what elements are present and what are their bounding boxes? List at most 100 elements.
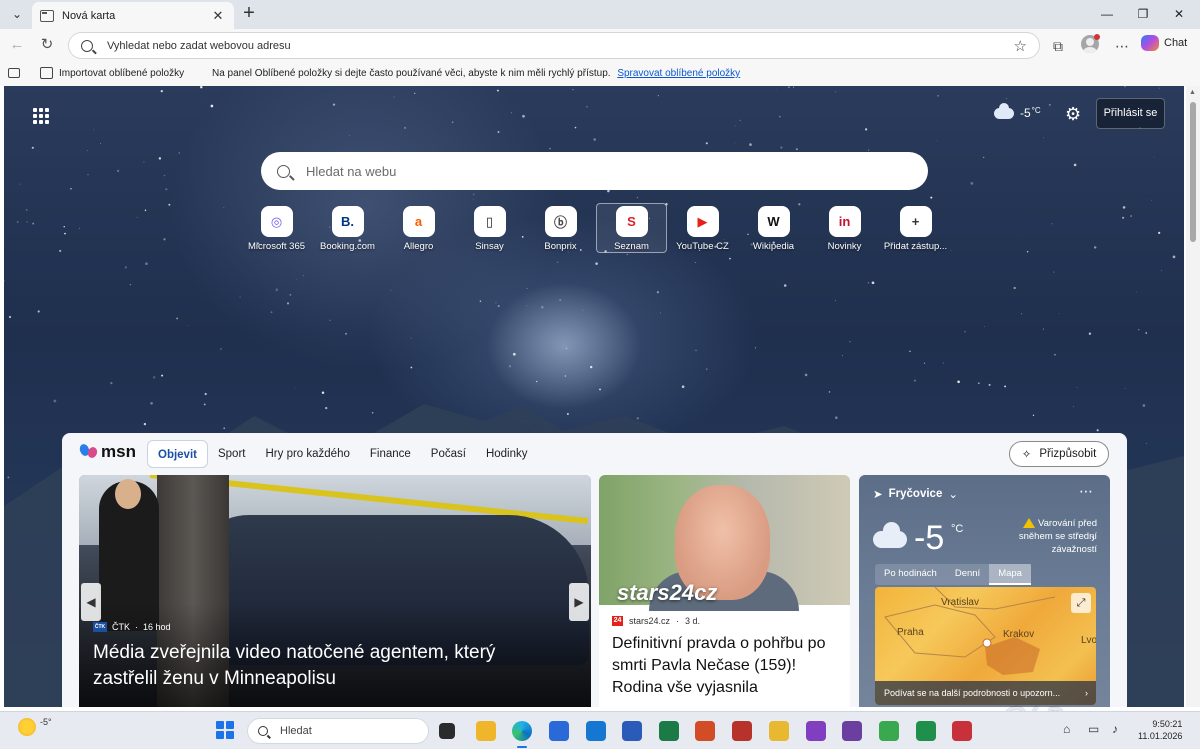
quick-link-label: Seznam	[614, 241, 649, 252]
expand-map-icon[interactable]: ⤢	[1071, 593, 1091, 613]
tab-new-tab[interactable]: Nová karta ✕	[32, 2, 234, 29]
pdf-icon[interactable]	[952, 721, 972, 741]
quick-link-9[interactable]: + Přidat zástup...	[880, 203, 951, 253]
quick-link-8[interactable]: in Novinky	[809, 203, 880, 253]
feed-tab-3[interactable]: Finance	[360, 440, 421, 468]
quick-link-3[interactable]: ▯ Sinsay	[454, 203, 525, 253]
feed-tab-0[interactable]: Objevit	[147, 440, 208, 468]
msn-logo[interactable]: msn	[80, 442, 136, 462]
taskbar-search[interactable]: Hledat	[247, 718, 429, 744]
restore-button[interactable]: ❐	[1132, 4, 1154, 24]
quick-link-label: Přidat zástup...	[883, 241, 948, 252]
weather-tab-2[interactable]: Mapa	[989, 564, 1031, 585]
quick-link-1[interactable]: B. Booking.com	[312, 203, 383, 253]
scroll-thumb[interactable]	[1190, 102, 1196, 242]
scroll-up-icon[interactable]: ▲	[1189, 89, 1196, 96]
display-icon[interactable]: ▭	[1088, 722, 1099, 736]
close-tab-icon[interactable]: ✕	[210, 8, 226, 24]
feed-tab-1[interactable]: Sport	[208, 440, 256, 468]
powerpoint-icon[interactable]	[695, 721, 715, 741]
taskbar-search-placeholder: Hledat	[280, 725, 312, 737]
onenote-icon[interactable]	[806, 721, 826, 741]
feed-nav: msn Objevit Sport Hry pro každého Finance Po…	[62, 433, 1127, 475]
feed-tabs: Objevit Sport Hry pro každého Finance Počasí…	[147, 440, 538, 468]
feed-tab-4[interactable]: Počasí	[421, 440, 476, 468]
settings-gear-icon[interactable]: ⚙	[1065, 104, 1081, 125]
signin-button[interactable]: Přihlásit se	[1096, 98, 1165, 129]
quick-link-6[interactable]: ▶ YouTube CZ	[667, 203, 738, 253]
news-source: 24 stars24.cz · 3 d.	[612, 616, 700, 626]
more-menu-icon[interactable]: ⋯	[1112, 36, 1132, 56]
chevron-down-icon: ⌄	[948, 489, 958, 501]
tab-actions-menu-button[interactable]: ⌄	[6, 4, 28, 24]
quick-link-5[interactable]: S Seznam	[596, 203, 667, 253]
search-icon	[258, 726, 268, 736]
customize-button[interactable]: ✧ Přizpůsobit	[1009, 441, 1109, 467]
app-launcher-icon[interactable]	[33, 108, 49, 124]
map-label-praha: Praha	[897, 627, 924, 638]
quick-link-label: Bonprix	[544, 241, 577, 252]
spreadsheet-icon[interactable]	[916, 721, 936, 741]
quick-link-7[interactable]: W Wikipedia	[738, 203, 809, 253]
carousel-prev-button[interactable]: ◀	[81, 583, 101, 621]
taskbar-weather[interactable]: -5°	[18, 717, 52, 736]
word-icon[interactable]	[622, 721, 642, 741]
web-search-box[interactable]	[261, 152, 928, 190]
import-favorites-button[interactable]: Importovat oblíbené položky	[40, 67, 184, 79]
ctk-logo-icon: ČTK	[93, 622, 107, 632]
split-screen-icon[interactable]: ⧉	[1048, 36, 1068, 56]
feed-tab-5[interactable]: Hodinky	[476, 440, 538, 468]
sticky-notes-icon[interactable]	[769, 721, 789, 741]
page-scrollbar[interactable]: ▲	[1186, 86, 1200, 707]
file-explorer-icon[interactable]	[476, 721, 496, 741]
sync-icon[interactable]	[879, 721, 899, 741]
access-icon[interactable]	[732, 721, 752, 741]
minimize-button[interactable]: —	[1096, 4, 1118, 24]
store-icon[interactable]	[549, 721, 569, 741]
volume-icon[interactable]: ♪	[1112, 722, 1118, 736]
quick-link-4[interactable]: ⓑ Bonprix	[525, 203, 596, 253]
weather-map[interactable]: Vratislav Praha Krakov Lvo ⤢ Podívat se …	[875, 587, 1096, 705]
copilot-chat-button[interactable]: Chat	[1141, 35, 1187, 51]
quick-link-0[interactable]: ◎ Microsoft 365	[241, 203, 312, 253]
hero-news-card[interactable]: ◀ ▶ ČTK ČTK · 16 hod Média zveřejnila vi…	[79, 475, 591, 707]
system-clock[interactable]: 9:50:21 11.01.2026	[1138, 718, 1182, 742]
manage-favorites-link[interactable]: Spravovat oblíbené položky	[617, 68, 740, 79]
weather-tab-0[interactable]: Po hodinách	[875, 564, 946, 585]
mail-icon[interactable]	[586, 721, 606, 741]
web-search-input[interactable]	[306, 163, 912, 179]
quick-link-2[interactable]: a Allegro	[383, 203, 454, 253]
collections-icon[interactable]	[8, 68, 20, 78]
new-tab-button[interactable]: +	[240, 3, 258, 23]
chevron-right-icon[interactable]: ›	[1091, 531, 1095, 545]
weather-more-icon[interactable]: ⋯	[1079, 483, 1093, 500]
back-arrow-icon[interactable]: ←	[6, 35, 28, 55]
refresh-icon[interactable]: ↻	[36, 35, 58, 55]
add-favorite-star-icon[interactable]: ☆	[1014, 37, 1027, 55]
network-icon[interactable]: ⌂	[1063, 722, 1070, 736]
excel-icon[interactable]	[659, 721, 679, 741]
news-card[interactable]: stars24cz 24 stars24.cz · 3 d. Definitiv…	[599, 475, 850, 707]
quick-links: ◎ Microsoft 365 B. Booking.com a Allegro ▯ Sins…	[241, 203, 951, 253]
feed-tab-2[interactable]: Hry pro každého	[255, 440, 359, 468]
weather-card[interactable]: ➤ Fryčovice ⌄ ⋯ -5 °C Varování před sněh…	[859, 475, 1110, 707]
stars24-logo-icon: 24	[612, 616, 623, 626]
news-age: 3 d.	[685, 616, 701, 626]
quick-link-icon: a	[402, 206, 435, 237]
task-view-icon[interactable]	[439, 723, 455, 739]
cloud-icon	[873, 522, 907, 548]
weather-tab-1[interactable]: Denní	[946, 564, 989, 585]
edge-browser-icon[interactable]	[512, 721, 532, 748]
carousel-next-button[interactable]: ▶	[569, 583, 589, 621]
hero-title: Média zveřejnila video natočené agentem,…	[93, 642, 496, 689]
quick-link-icon: in	[828, 206, 861, 237]
publisher-icon[interactable]	[842, 721, 862, 741]
windows-start-icon[interactable]	[216, 721, 234, 739]
favorites-hint-text: Na panel Oblíbené položky si dejte často…	[212, 68, 611, 79]
weather-warning[interactable]: Varování před sněhem se střední závažnos…	[999, 517, 1097, 556]
weather-widget-button[interactable]: -5 °C	[994, 102, 1041, 120]
address-bar[interactable]: Vyhledat nebo zadat webovou adresu ☆	[68, 32, 1040, 59]
quick-link-icon: ⓑ	[544, 206, 577, 237]
close-window-button[interactable]: ✕	[1168, 4, 1190, 24]
weather-location-button[interactable]: ➤ Fryčovice ⌄	[873, 487, 958, 501]
